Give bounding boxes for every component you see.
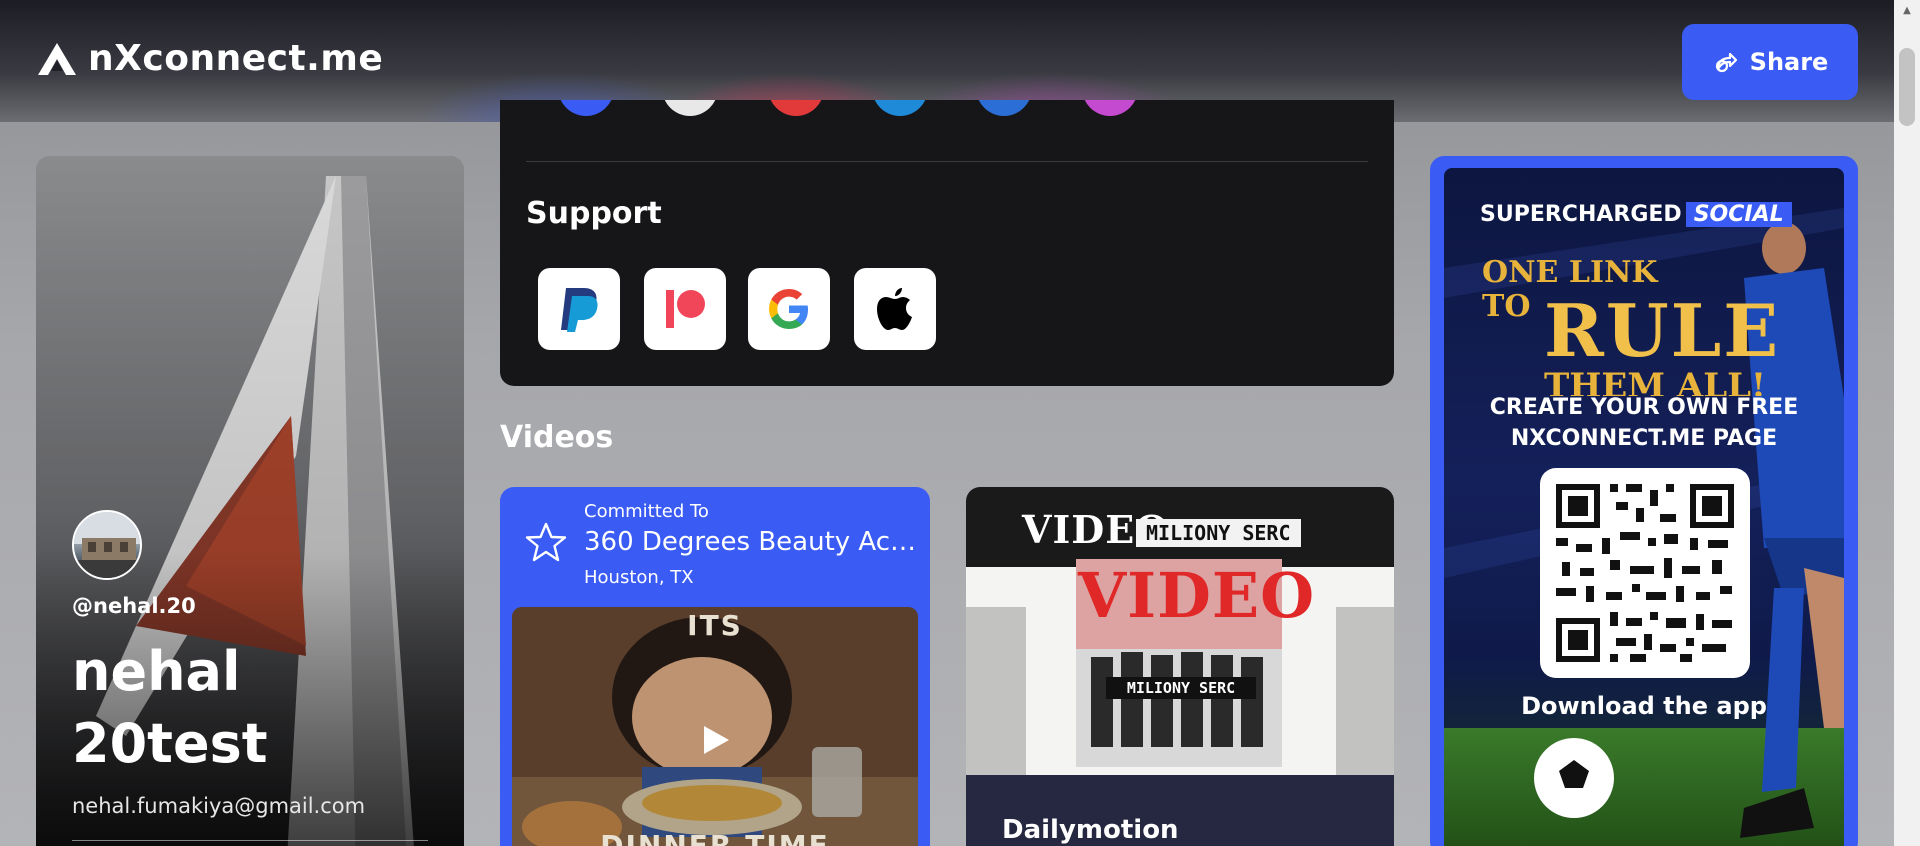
- logo-text: nXconnect.me: [88, 38, 384, 79]
- committed-school-name[interactable]: 360 Degrees Beauty Academy: [584, 527, 920, 557]
- share-label: Share: [1749, 48, 1829, 76]
- apple-icon: [877, 288, 912, 330]
- paypal-icon: [561, 288, 598, 332]
- ad-tagline-b: SOCIAL: [1685, 202, 1792, 227]
- profile-handle: @nehal.20: [72, 594, 196, 618]
- social-icon[interactable]: [662, 100, 718, 116]
- google-button[interactable]: [748, 268, 830, 350]
- committed-location: Houston, TX: [584, 567, 694, 588]
- promo-ad-content: SUPERCHARGED SOCIAL ONE LINK TO RULE THE…: [1444, 168, 1844, 846]
- profile-email[interactable]: nehal.fumakiya@gmail.com: [72, 794, 365, 818]
- thumbnail-caption-bottom: DINNER TIME: [600, 829, 830, 846]
- apple-button[interactable]: [854, 268, 936, 350]
- ad-create-line-2: NXCONNECT.ME PAGE: [1510, 426, 1778, 451]
- play-icon[interactable]: [698, 723, 732, 757]
- ad-create-line-1: CREATE YOUR OWN FREE: [1489, 395, 1799, 420]
- ad-tagline-a: SUPERCHARGED: [1480, 202, 1682, 227]
- share-button[interactable]: Share: [1682, 24, 1858, 100]
- profile-card: @nehal.20 nehal 20test nehal.fumakiya@gm…: [36, 156, 464, 846]
- patreon-button[interactable]: [644, 268, 726, 350]
- social-icon[interactable]: [1082, 100, 1138, 116]
- thumbnail-subtitle-banner: MILIONY SERC: [1126, 679, 1236, 697]
- google-icon: [769, 289, 808, 329]
- page-scrollbar[interactable]: ▲: [1894, 0, 1920, 846]
- qr-code-icon: [1556, 484, 1734, 662]
- thumbnail-title-large: VIDEO: [1078, 559, 1316, 632]
- thumbnail-subtitle: MILIONY SERC: [1136, 519, 1301, 547]
- avatar[interactable]: [72, 510, 142, 580]
- social-icon[interactable]: [768, 100, 824, 116]
- scroll-up-arrow-icon[interactable]: ▲: [1894, 0, 1920, 20]
- patreon-icon: [666, 290, 705, 328]
- profile-divider: [72, 840, 428, 841]
- logo[interactable]: nXconnect.me: [36, 38, 383, 79]
- scroll-thumb[interactable]: [1899, 48, 1915, 126]
- ad-tagline: SUPERCHARGED SOCIAL: [1480, 202, 1792, 227]
- paypal-button[interactable]: [538, 268, 620, 350]
- ad-headline-line-1: ONE LINK: [1482, 255, 1658, 290]
- social-icon[interactable]: [558, 100, 614, 116]
- ad-headline-big: RULE: [1544, 288, 1781, 373]
- star-icon: [525, 522, 567, 562]
- download-app-label[interactable]: Download the app: [1444, 692, 1844, 720]
- support-card: Support: [500, 100, 1394, 386]
- video-card[interactable]: VIDEO MILIONY SERC VIDEO MILIONY SERC Da…: [966, 487, 1394, 846]
- video-card[interactable]: Committed To 360 Degrees Beauty Academy …: [500, 487, 930, 846]
- logo-mark-icon: [38, 42, 76, 75]
- thumbnail-caption-top: ITS: [687, 609, 743, 642]
- promo-ad-panel[interactable]: SUPERCHARGED SOCIAL ONE LINK TO RULE THE…: [1430, 156, 1858, 846]
- social-icon[interactable]: [976, 100, 1032, 116]
- ad-create-text: CREATE YOUR OWN FREE NXCONNECT.ME PAGE: [1444, 392, 1844, 454]
- social-icon[interactable]: [872, 100, 928, 116]
- videos-title: Videos: [500, 420, 614, 455]
- share-icon: [1715, 52, 1737, 73]
- video-provider: Dailymotion: [1002, 815, 1179, 845]
- social-icons-row: [500, 100, 1394, 126]
- video-thumbnail[interactable]: VIDEO MILIONY SERC VIDEO MILIONY SERC: [966, 487, 1394, 775]
- video-thumbnail[interactable]: ITS DINNER TIME: [512, 607, 918, 846]
- committed-label: Committed To: [584, 501, 709, 522]
- support-divider: [526, 161, 1368, 162]
- profile-name: nehal 20test: [72, 640, 268, 775]
- support-title: Support: [526, 196, 662, 231]
- qr-code[interactable]: [1540, 468, 1750, 678]
